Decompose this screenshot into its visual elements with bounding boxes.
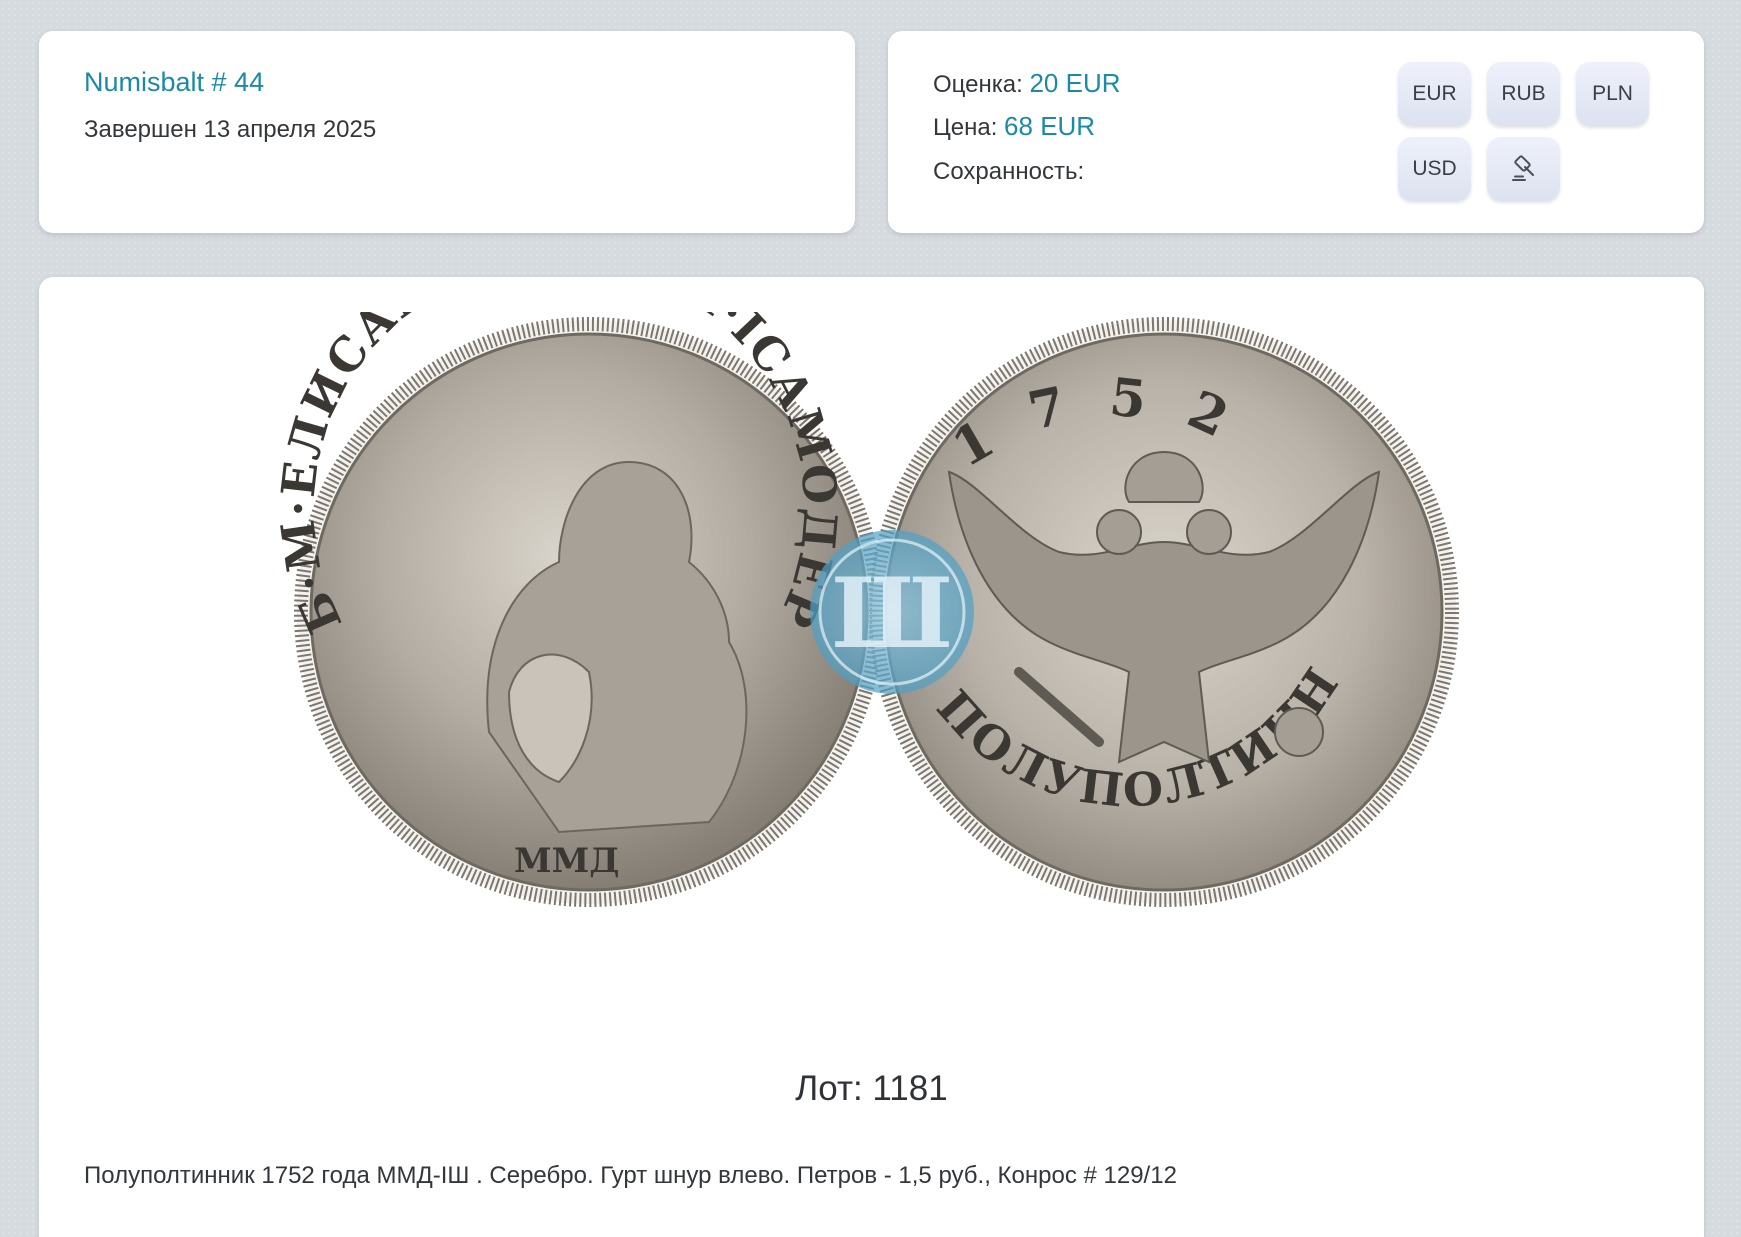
obverse-mint: ММД <box>514 841 620 881</box>
auction-name-link[interactable]: Numisbalt # 44 <box>84 67 264 98</box>
estimate-row: Оценка: 20 EUR <box>933 68 1121 99</box>
currency-rub-button[interactable]: RUB <box>1487 62 1560 126</box>
currency-usd-button[interactable]: USD <box>1398 137 1471 201</box>
lot-card: Б·М·ЕЛИСАВЕТЪ·I·IМП·IСАМОДЕРЖ ММД 1752 П… <box>39 277 1704 1237</box>
estimate-label: Оценка: <box>933 71 1023 98</box>
currency-pln-button[interactable]: PLN <box>1576 62 1649 126</box>
estimate-value: 20 EUR <box>1029 68 1121 98</box>
condition-row: Сохранность: <box>933 155 1084 186</box>
price-label: Цена: <box>933 114 998 141</box>
coin-photo[interactable]: Б·М·ЕЛИСАВЕТЪ·I·IМП·IСАМОДЕРЖ ММД 1752 П… <box>259 312 1539 912</box>
auction-gavel-button[interactable] <box>1487 137 1560 201</box>
watermark-logo: Ш <box>810 530 974 694</box>
svg-text:Ш: Ш <box>831 557 953 670</box>
auction-status: Завершен 13 апреля 2025 <box>84 116 377 143</box>
lot-description: Полуполтинник 1752 года ММД-IШ . Серебро… <box>84 1162 1177 1189</box>
currency-eur-button[interactable]: EUR <box>1398 62 1471 126</box>
gavel-icon <box>1511 155 1534 181</box>
coin-obverse: Б·М·ЕЛИСАВЕТЪ·I·IМП·IСАМОДЕРЖ ММД <box>259 312 884 907</box>
condition-label: Сохранность: <box>933 158 1085 185</box>
price-info-card: Оценка: 20 EUR Цена: 68 EUR Сохранность:… <box>888 31 1704 233</box>
auction-info-card: Numisbalt # 44 Завершен 13 апреля 2025 <box>39 31 855 233</box>
price-value: 68 EUR <box>1004 111 1096 141</box>
lot-number: Лот: 1181 <box>795 1069 948 1108</box>
price-row: Цена: 68 EUR <box>933 111 1095 142</box>
